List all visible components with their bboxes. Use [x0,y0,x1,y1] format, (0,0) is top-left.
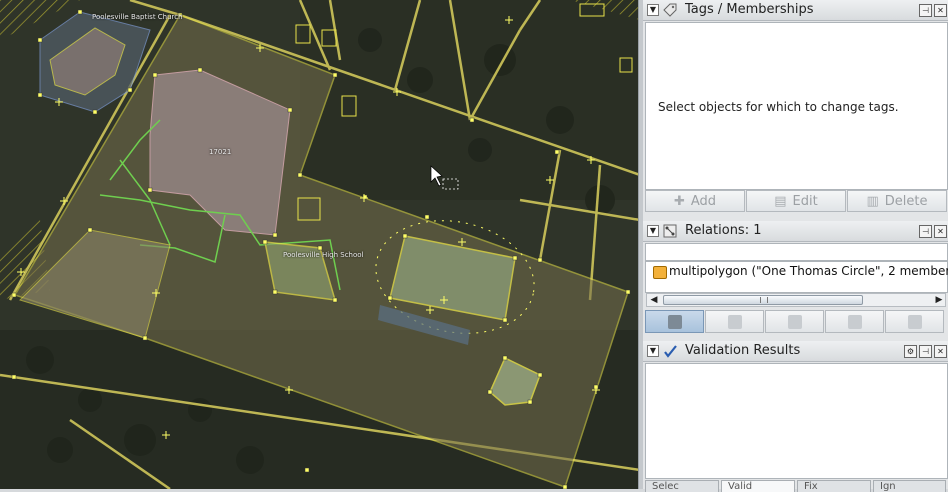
select-relation-button[interactable] [645,310,704,333]
plus-icon: ✚ [673,194,685,209]
tab-ignore[interactable]: Ign [873,480,946,492]
school-label: Poolesville High School [283,251,364,259]
close-icon[interactable]: ✕ [934,4,947,17]
relations-button-bar [643,310,948,334]
relation-icon [663,224,677,238]
relations-panel-title: Relations: 1 [685,223,762,238]
edit-button[interactable]: ▤ Edit [746,190,846,212]
list-item[interactable]: multipolygon ("One Thomas Circle", 2 mem… [645,263,948,281]
relation-label: multipolygon ("One Thomas Circle", 2 mem… [669,264,948,278]
tab-fix[interactable]: Fix [797,480,871,492]
tags-panel-title: Tags / Memberships [685,2,814,17]
relations-filter-field[interactable] [645,243,948,261]
close-icon[interactable]: ✕ [934,345,947,358]
scroll-left-icon[interactable]: ◀ [648,294,660,306]
checkmark-icon [664,345,677,358]
relations-hscrollbar[interactable]: ◀ ▶ [646,293,946,307]
validation-panel-title: Validation Results [685,343,801,358]
close-icon[interactable]: ✕ [934,225,947,238]
tags-button-bar: ✚ Add ▤ Edit ▥ Delete [643,190,948,214]
pin-icon[interactable]: ⊣ [919,4,932,17]
validation-results-tree[interactable] [645,363,948,479]
tag-icon [663,3,677,17]
collapse-triangle-icon[interactable]: ▼ [647,4,659,16]
building-number-label: 17021 [209,148,232,156]
edit-relation-button[interactable] [705,310,764,333]
scroll-thumb[interactable] [663,295,863,305]
delete-button[interactable]: ▥ Delete [847,190,947,212]
scroll-right-icon[interactable]: ▶ [933,294,945,306]
select-members-button[interactable] [885,310,944,333]
edit-icon: ▤ [774,194,787,209]
trash-icon: ▥ [866,194,879,209]
validation-tabs: Selec Valid Fix Ign [643,480,948,492]
map-view[interactable]: Poolesville Baptist Church 17021 Poolesv… [0,0,640,489]
validation-panel-header[interactable]: ▼ Validation Results ⚙ ⊣ ✕ [643,341,948,362]
multipolygon-icon [653,266,667,279]
delete-relation-button[interactable] [825,310,884,333]
tags-panel-header[interactable]: ▼ Tags / Memberships ⊣ ✕ [643,0,948,21]
church-label: Poolesville Baptist Church [92,13,183,21]
collapse-triangle-icon[interactable]: ▼ [647,345,659,357]
settings-icon[interactable]: ⚙ [904,345,917,358]
pin-icon[interactable]: ⊣ [919,345,932,358]
collapse-triangle-icon[interactable]: ▼ [647,225,659,237]
pin-icon[interactable]: ⊣ [919,225,932,238]
right-sidebar: ▼ Tags / Memberships ⊣ ✕ Select objects … [643,0,948,492]
tab-validate[interactable]: Valid [721,480,795,492]
add-button[interactable]: ✚ Add [645,190,745,212]
tags-empty-message: Select objects for which to change tags. [658,100,899,114]
relations-panel-header[interactable]: ▼ Relations: 1 ⊣ ✕ [643,221,948,242]
tab-select[interactable]: Selec [645,480,719,492]
duplicate-relation-button[interactable] [765,310,824,333]
map-canvas[interactable] [0,0,640,489]
tags-table[interactable]: Select objects for which to change tags. [645,22,948,190]
